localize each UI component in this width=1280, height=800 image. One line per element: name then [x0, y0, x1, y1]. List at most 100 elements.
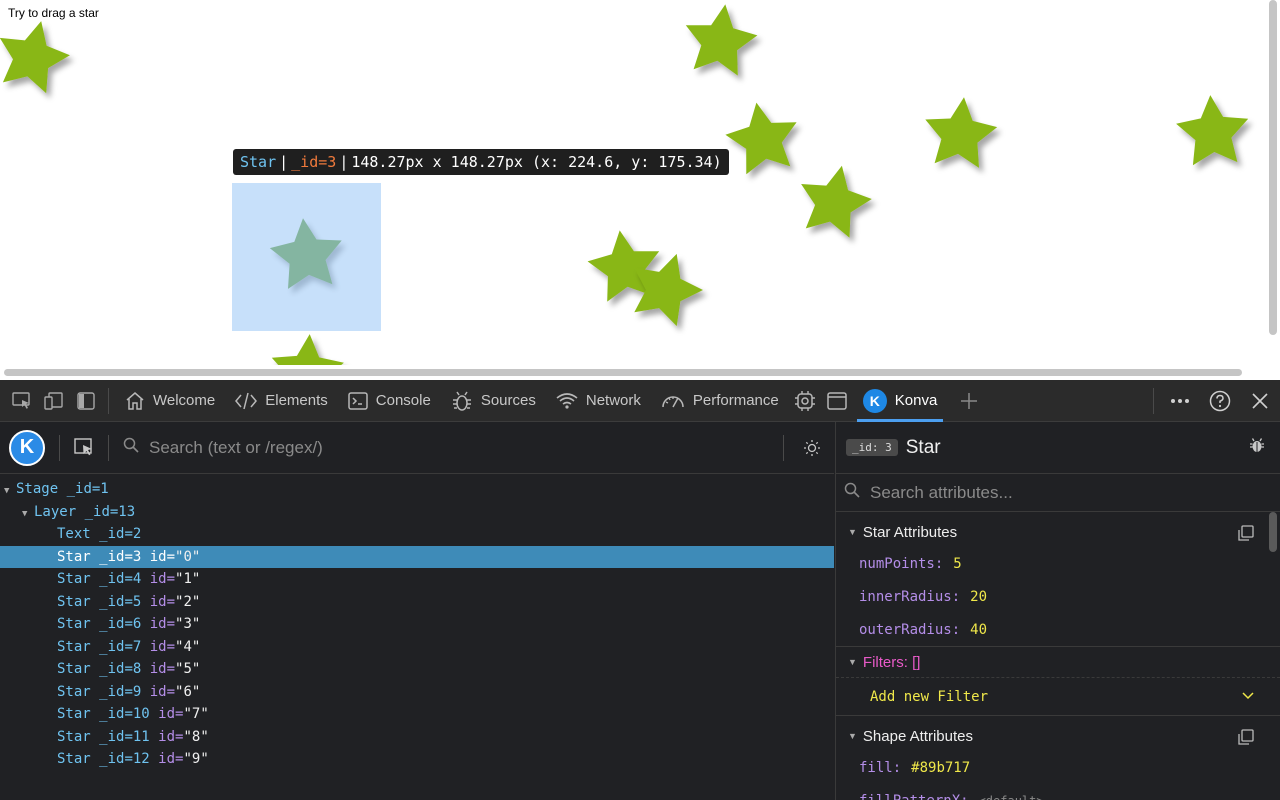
star-attributes-header[interactable]: ▼ Star Attributes — [836, 517, 1280, 547]
node-id-label: id= — [158, 728, 184, 745]
tab-label: Elements — [265, 392, 328, 409]
tab-console[interactable]: Console — [338, 380, 441, 422]
search-icon — [844, 482, 860, 503]
tree-node-layer[interactable]: ▼ Layer _id=13 — [0, 501, 834, 524]
star-attributes-list: numPoints: 5 innerRadius: 20 outerRadius: 40 — [836, 547, 1280, 646]
star-shape[interactable] — [725, 102, 797, 175]
cpu-settings-icon[interactable] — [789, 380, 821, 422]
node-type: Star — [57, 661, 91, 677]
close-icon[interactable] — [1240, 380, 1280, 422]
node-id-label: id= — [158, 706, 184, 722]
bug-icon[interactable] — [1250, 437, 1264, 458]
section-label: Shape Attributes — [862, 727, 973, 745]
node-id: _id=12 — [99, 751, 150, 767]
copy-icon[interactable] — [1238, 525, 1254, 545]
tree-search-input[interactable] — [149, 437, 749, 458]
tree-node-star[interactable]: Star _id=11 id="8" — [0, 726, 834, 749]
expand-arrow-icon[interactable]: ▼ — [4, 480, 16, 503]
node-id: _id=13 — [84, 503, 136, 520]
attributes-scrollbar[interactable] — [1269, 512, 1277, 552]
attribute-row[interactable]: outerRadius: 40 — [836, 613, 1280, 646]
tree-node-star[interactable]: Star _id=12 id="9" — [0, 748, 834, 771]
tab-welcome[interactable]: Welcome — [115, 380, 225, 422]
dock-side-icon[interactable] — [70, 380, 102, 422]
page-vertical-scrollbar[interactable] — [1269, 0, 1277, 335]
filters-header[interactable]: ▼ Filters: [] — [836, 647, 1280, 677]
search-icon — [123, 437, 139, 458]
tab-performance[interactable]: Performance — [651, 380, 789, 422]
konva-logo-icon: K — [9, 429, 45, 466]
node-type: Star — [57, 616, 91, 632]
node-id-chip: _id: 3 — [846, 439, 898, 456]
tab-label: Welcome — [153, 392, 216, 409]
tree-node-star[interactable]: Star _id=5 id="2" — [0, 591, 834, 614]
theme-toggle-icon[interactable] — [790, 427, 834, 469]
attribute-value[interactable]: 40 — [970, 622, 987, 638]
node-id: _id=4 — [99, 571, 142, 587]
tooltip-id: _id=3 — [291, 153, 337, 171]
attribute-value[interactable]: #89b717 — [911, 760, 970, 776]
tree-node-star[interactable]: Star _id=9 id="6" — [0, 681, 834, 704]
shape-attributes-header[interactable]: ▼ Shape Attributes — [836, 721, 1280, 751]
attribute-row[interactable]: fillPatternX: <default> — [836, 784, 1280, 800]
expand-arrow-icon[interactable]: ▼ — [22, 503, 34, 526]
tree-node-text[interactable]: Text _id=2 — [0, 523, 834, 546]
tree-node-star[interactable]: Star _id=4 id="1" — [0, 568, 834, 591]
tab-konva[interactable]: K Konva — [853, 380, 948, 422]
attributes-search-input[interactable] — [870, 482, 1250, 503]
tab-label: Console — [375, 392, 431, 409]
section-label: Star Attributes — [862, 523, 958, 541]
select-node-icon[interactable] — [66, 427, 102, 469]
device-emulation-icon[interactable] — [38, 380, 70, 422]
node-id-value: "3" — [175, 616, 201, 632]
inspector-title: Star — [905, 436, 941, 458]
collapse-arrow-icon: ▼ — [848, 731, 857, 741]
node-type: Star — [57, 683, 91, 700]
star-shape[interactable] — [0, 21, 70, 94]
page-horizontal-scrollbar[interactable] — [4, 369, 1242, 376]
toolbar-divider — [108, 387, 109, 414]
tree-node-star[interactable]: Star _id=8 id="5" — [0, 658, 834, 681]
node-type: Star — [57, 728, 91, 745]
attribute-row[interactable]: fill: #89b717 — [836, 751, 1280, 784]
wifi-icon — [556, 392, 578, 410]
node-id-label: id= — [149, 683, 176, 700]
tab-sources[interactable]: Sources — [441, 380, 546, 422]
copy-icon[interactable] — [1238, 729, 1254, 749]
node-id-value: "4" — [175, 638, 201, 655]
tree-node-star[interactable]: Star _id=7 id="4" — [0, 636, 834, 659]
application-window-icon[interactable] — [821, 380, 853, 422]
tree-node-star[interactable]: Star _id=3 id="0" — [0, 545, 834, 568]
node-id: _id=11 — [99, 728, 150, 745]
tab-network[interactable]: Network — [546, 380, 651, 422]
node-id: _id=2 — [99, 526, 142, 542]
star-shape[interactable] — [685, 4, 758, 76]
more-options-icon[interactable] — [1160, 380, 1200, 422]
attribute-value[interactable]: <default> — [979, 794, 1044, 800]
devtools-panel: Welcome Elements Console Sources Network… — [0, 380, 1280, 800]
node-id: _id=8 — [99, 661, 142, 677]
node-id: _id=1 — [66, 481, 109, 497]
star-shape[interactable] — [1176, 95, 1249, 166]
add-tab-icon[interactable] — [953, 380, 985, 422]
selection-highlight — [232, 183, 381, 331]
chevron-down-icon — [1242, 688, 1254, 704]
tree-node-star[interactable]: Star _id=6 id="3" — [0, 613, 834, 636]
inspect-element-icon[interactable] — [6, 380, 38, 422]
attribute-value[interactable]: 5 — [953, 556, 961, 572]
add-filter-select[interactable]: Add new Filter — [836, 677, 1280, 715]
attribute-row[interactable]: numPoints: 5 — [836, 547, 1280, 580]
attribute-value[interactable]: 20 — [970, 589, 987, 605]
node-type: Star — [57, 638, 91, 655]
star-shape[interactable] — [801, 165, 872, 238]
node-id-label: id= — [149, 661, 176, 677]
star-shape[interactable] — [925, 97, 998, 168]
node-id: _id=5 — [99, 593, 142, 610]
tree-node-stage[interactable]: ▼ Stage _id=1 — [0, 478, 834, 501]
konva-canvas[interactable] — [0, 0, 1280, 380]
attribute-row[interactable]: innerRadius: 20 — [836, 580, 1280, 613]
attribute-key: numPoints: — [859, 555, 944, 572]
help-icon[interactable] — [1200, 380, 1240, 422]
tree-node-star[interactable]: Star _id=10 id="7" — [0, 703, 834, 726]
tab-elements[interactable]: Elements — [225, 380, 338, 422]
